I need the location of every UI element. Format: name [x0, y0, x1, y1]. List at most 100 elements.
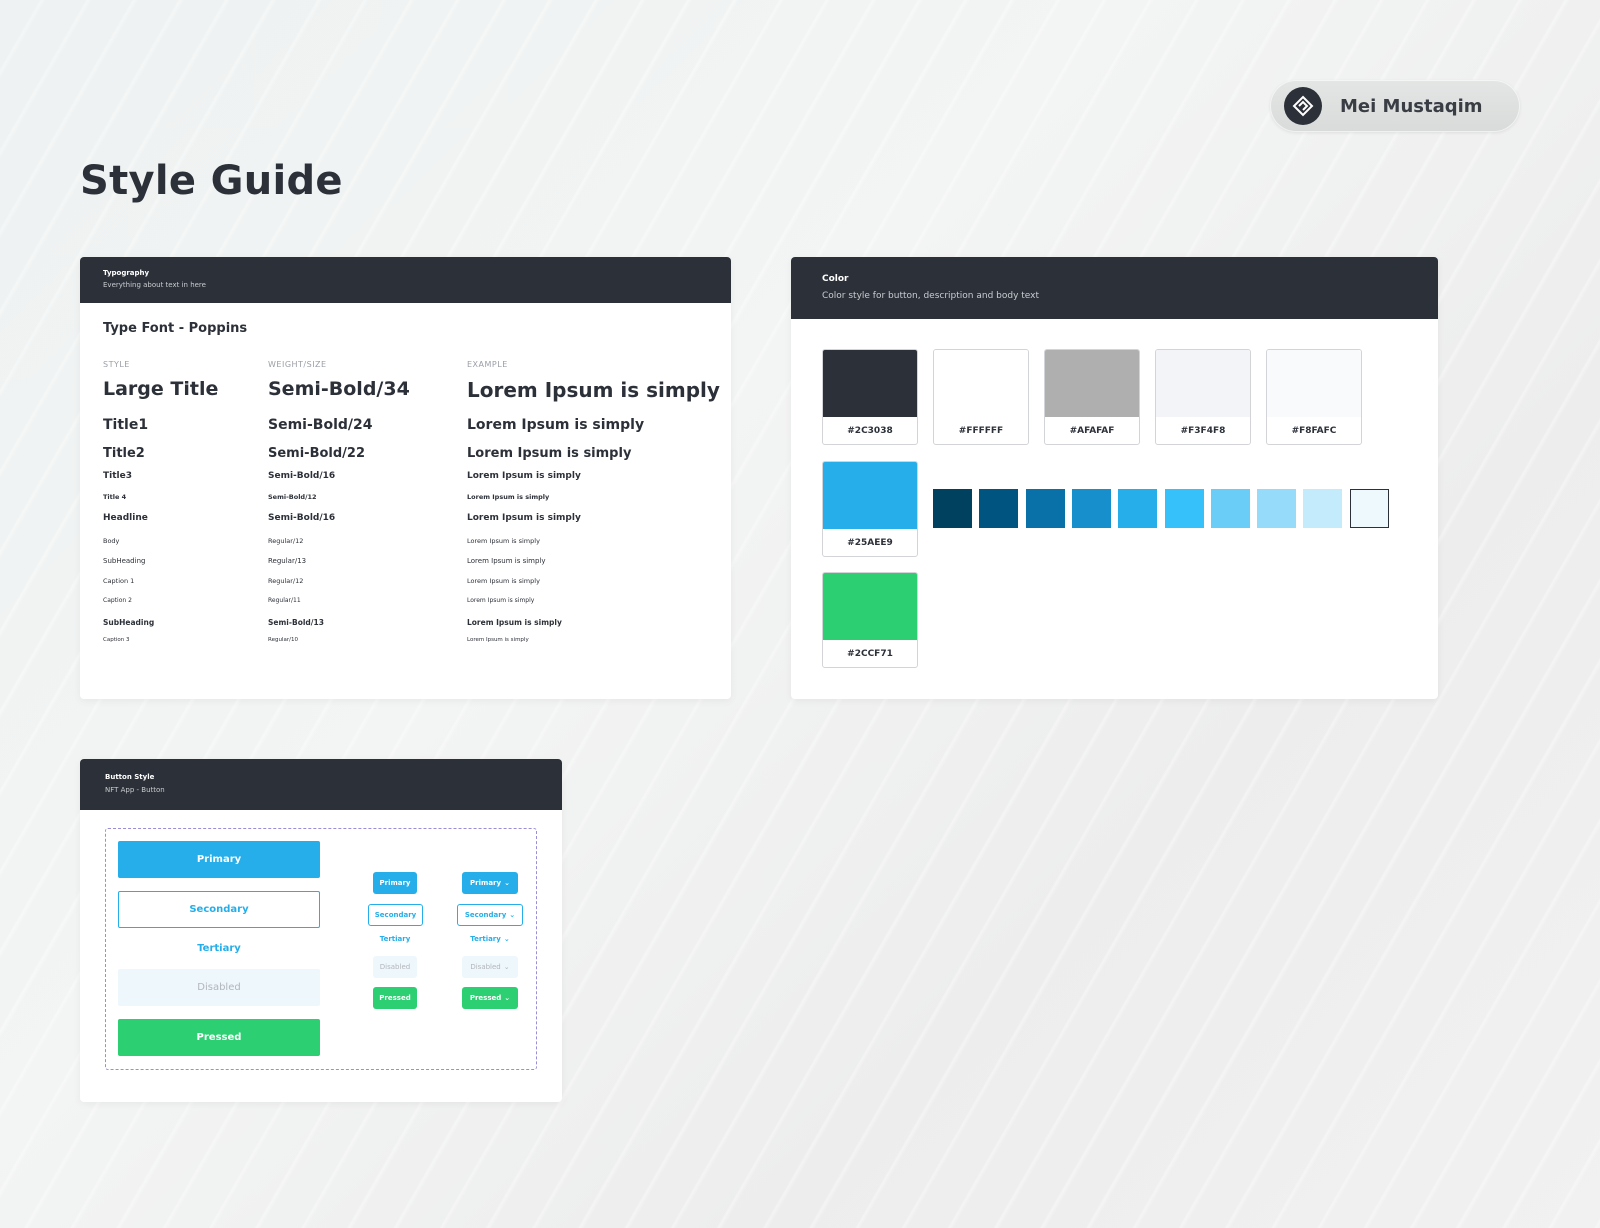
typography-header: Typography Everything about text in here	[80, 257, 731, 303]
blue-shade-swatch	[1257, 489, 1297, 528]
blue-shade-swatch	[1210, 489, 1250, 528]
button-style-card: Button Style NFT App - Button Primary Se…	[80, 759, 562, 1102]
style-name: Title1	[103, 417, 149, 433]
example-text: Lorem Ipsum is simply	[467, 537, 540, 545]
swatch-label: #FFFFFF	[958, 426, 1004, 436]
weight-size: Regular/10	[268, 637, 298, 643]
column-header-weight: WEIGHT/SIZE	[268, 360, 327, 369]
swatch-label: #25AEE9	[847, 538, 893, 548]
blue-shade-swatch	[1118, 489, 1158, 528]
blue-shade-swatch	[1071, 489, 1111, 528]
swatch-label: #F3F4F8	[1180, 426, 1226, 436]
example-text: Lorem Ipsum is simply	[467, 618, 562, 627]
color-swatch: #25AEE9	[822, 461, 918, 557]
swatch-label: #2C3038	[847, 426, 893, 436]
secondary-dropdown-label: Secondary	[464, 911, 507, 919]
swatch-label: #F8FAFC	[1291, 426, 1337, 436]
chevron-down-icon: ⌄	[503, 963, 510, 971]
tertiary-dropdown-label: Tertiary	[470, 935, 501, 943]
swatch-fill	[1267, 350, 1361, 417]
color-swatch: #FFFFFF	[933, 349, 1029, 445]
button-showcase-frame: Primary Secondary Tertiary Disabled Pres…	[105, 828, 537, 1070]
type-font-label: Type Font - Poppins	[103, 321, 248, 336]
secondary-dropdown-button[interactable]: Secondary ⌄	[457, 904, 523, 926]
disabled-button-large: Disabled	[118, 969, 320, 1006]
chevron-down-icon: ⌄	[509, 911, 516, 919]
chevron-down-icon: ⌄	[504, 994, 511, 1002]
weight-size: Semi-Bold/16	[268, 513, 336, 523]
chevron-down-icon: ⌄	[503, 935, 510, 943]
swatch-label: #AFAFAF	[1069, 426, 1115, 436]
typography-card: Typography Everything about text in here…	[80, 257, 731, 699]
button-style-subtitle: NFT App - Button	[105, 786, 165, 794]
example-text: Lorem Ipsum is simply	[467, 471, 581, 481]
weight-size: Semi-Bold/22	[268, 446, 366, 461]
pressed-button-small[interactable]: Pressed	[373, 987, 417, 1009]
style-name: Caption 3	[103, 637, 130, 643]
color-swatch: #F8FAFC	[1266, 349, 1362, 445]
swatch-fill	[823, 350, 917, 417]
primary-dropdown-label: Primary	[470, 879, 502, 887]
example-text: Lorem Ipsum is simply	[467, 378, 720, 402]
button-style-title: Button Style	[105, 773, 155, 781]
primary-button-large[interactable]: Primary	[118, 841, 320, 878]
swatch-fill	[934, 350, 1028, 417]
swatch-fill	[1156, 350, 1250, 417]
example-text: Lorem Ipsum is simply	[467, 417, 645, 433]
weight-size: Regular/12	[268, 577, 304, 585]
swatch-fill	[823, 573, 917, 640]
tertiary-button-large[interactable]: Tertiary	[118, 930, 320, 967]
example-text: Lorem Ipsum is simply	[467, 577, 540, 585]
pressed-button-large[interactable]: Pressed	[118, 1019, 320, 1056]
color-header: Color Color style for button, descriptio…	[791, 257, 1438, 319]
color-subtitle: Color style for button, description and …	[822, 291, 1040, 301]
primary-dropdown-button[interactable]: Primary ⌄	[462, 872, 518, 894]
disabled-dropdown-label: Disabled	[470, 963, 501, 971]
color-swatch: #AFAFAF	[1044, 349, 1140, 445]
style-name: Headline	[103, 513, 148, 523]
secondary-button-large[interactable]: Secondary	[118, 891, 320, 928]
chevron-down-icon: ⌄	[504, 879, 510, 887]
tertiary-dropdown-button[interactable]: Tertiary ⌄	[462, 928, 518, 950]
blue-shade-swatch	[979, 489, 1019, 528]
blue-shade-swatch	[933, 489, 972, 528]
style-name: Title2	[103, 446, 145, 461]
color-swatch: #F3F4F8	[1155, 349, 1251, 445]
weight-size: Regular/11	[268, 597, 301, 604]
weight-size: Regular/12	[268, 537, 304, 545]
style-name: Caption 2	[103, 597, 132, 604]
typography-subtitle: Everything about text in here	[103, 281, 206, 289]
author-name: Mei Mustaqim	[1340, 95, 1483, 117]
blue-shade-swatch	[1025, 489, 1065, 528]
swatch-fill	[1045, 350, 1139, 417]
style-name: Large Title	[103, 378, 219, 400]
example-text: Lorem Ipsum is simply	[467, 493, 550, 501]
pressed-dropdown-label: Pressed	[469, 994, 502, 1002]
secondary-button-small[interactable]: Secondary	[368, 904, 423, 926]
example-text: Lorem Ipsum is simply	[467, 557, 546, 565]
weight-size: Semi-Bold/24	[268, 417, 373, 433]
pressed-dropdown-button[interactable]: Pressed ⌄	[462, 987, 518, 1009]
typography-title: Typography	[103, 269, 150, 277]
author-logo-icon	[1284, 87, 1322, 125]
color-card: Color Color style for button, descriptio…	[791, 257, 1438, 699]
tertiary-button-small[interactable]: Tertiary	[373, 928, 417, 950]
style-name: Caption 1	[103, 577, 135, 585]
style-name: Body	[103, 537, 120, 545]
style-name: Title 4	[103, 493, 127, 501]
weight-size: Semi-Bold/16	[268, 471, 336, 481]
weight-size: Semi-Bold/13	[268, 618, 324, 627]
example-text: Lorem Ipsum is simply	[467, 513, 581, 523]
color-title: Color	[822, 274, 849, 284]
blue-shade-swatch	[1164, 489, 1204, 528]
swatch-fill	[823, 462, 917, 529]
style-name: SubHeading	[103, 557, 146, 565]
disabled-button-small: Disabled	[373, 956, 417, 978]
blue-shade-swatch	[1303, 489, 1343, 528]
weight-size: Semi-Bold/12	[268, 493, 317, 501]
blue-shade-swatch	[1349, 489, 1389, 528]
color-swatch: #2C3038	[822, 349, 918, 445]
color-swatch: #2CCF71	[822, 572, 918, 668]
disabled-dropdown-button: Disabled ⌄	[462, 956, 518, 978]
primary-button-small[interactable]: Primary	[373, 872, 417, 894]
